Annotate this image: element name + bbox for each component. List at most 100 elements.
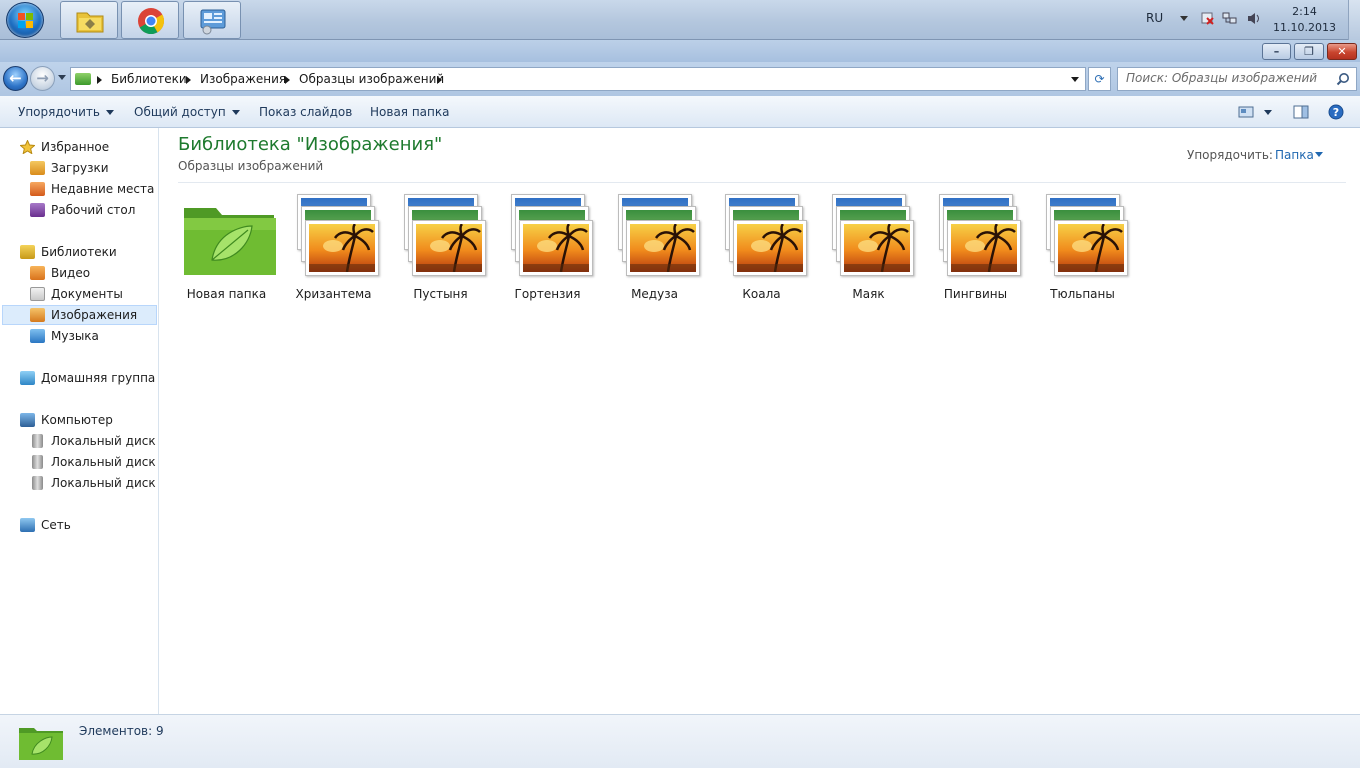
item-name: Медуза — [631, 287, 678, 301]
nav-item-music[interactable]: Музыка — [0, 326, 158, 346]
nav-item-documents[interactable]: Документы — [0, 284, 158, 304]
computer-icon — [20, 413, 35, 427]
nav-item-downloads[interactable]: Загрузки — [0, 158, 158, 178]
nav-item-recent-places[interactable]: Недавние места — [0, 179, 158, 199]
close-button[interactable]: ✕ — [1327, 43, 1357, 60]
nav-libraries[interactable]: Библиотеки — [0, 242, 158, 262]
address-row: ← → Библиотеки Изображения Образцы изобр… — [0, 62, 1360, 96]
taskbar-chrome-button[interactable] — [121, 1, 179, 39]
clock[interactable]: 2:14 11.10.2013 — [1273, 4, 1336, 36]
nav-network[interactable]: Сеть — [0, 515, 158, 535]
desktop-icon — [30, 203, 45, 217]
arrange-by-label: Упорядочить: — [1187, 148, 1273, 162]
back-button[interactable]: ← — [3, 66, 28, 91]
help-icon[interactable]: ? — [1328, 104, 1344, 120]
clock-time: 2:14 — [1292, 5, 1317, 18]
folder-item[interactable]: Новая папка — [174, 192, 279, 308]
maximize-button[interactable]: ❐ — [1294, 43, 1324, 60]
slideshow-button[interactable]: Показ слайдов — [259, 105, 352, 119]
breadcrumb-separator-icon[interactable] — [186, 76, 191, 84]
nav-item-disk-c[interactable]: Локальный диск (C — [0, 431, 158, 451]
folder-libraries-icon — [76, 12, 104, 33]
nav-item-video[interactable]: Видео — [0, 263, 158, 283]
nav-homegroup[interactable]: Домашняя группа — [0, 368, 158, 388]
recent-pages-dropdown[interactable] — [58, 75, 66, 80]
svg-text:?: ? — [1333, 106, 1339, 119]
image-item[interactable]: Коала — [709, 192, 814, 308]
nav-network-label: Сеть — [41, 518, 71, 532]
nav-favorites-label: Избранное — [41, 140, 110, 154]
navigation-pane: Избранное Загрузки Недавние места Рабочи… — [0, 128, 159, 714]
nav-item-label: Видео — [51, 266, 91, 280]
recent-places-icon — [30, 182, 45, 196]
search-box[interactable] — [1117, 67, 1357, 91]
image-item[interactable]: Пустыня — [388, 192, 493, 308]
window-title-bar[interactable] — [0, 40, 1360, 62]
view-options-dropdown[interactable] — [1264, 110, 1272, 115]
nav-item-disk-d[interactable]: Локальный диск (D — [0, 452, 158, 472]
nav-item-label: Недавние места — [51, 182, 155, 196]
refresh-button[interactable]: ⟳ — [1088, 67, 1111, 91]
item-name: Гортензия — [514, 287, 581, 301]
search-input[interactable] — [1126, 71, 1331, 85]
chevron-down-icon — [105, 110, 114, 115]
start-button[interactable] — [6, 2, 44, 38]
breadcrumb-libraries[interactable]: Библиотеки — [111, 72, 187, 86]
windows-flag-icon — [18, 13, 34, 29]
image-item[interactable]: Пингвины — [923, 192, 1028, 308]
image-item[interactable]: Маяк — [816, 192, 921, 308]
nav-computer[interactable]: Компьютер — [0, 410, 158, 430]
volume-icon[interactable] — [1246, 11, 1261, 26]
command-bar: Упорядочить Общий доступ Показ слайдов Н… — [0, 96, 1360, 128]
image-item[interactable]: Хризантема — [281, 192, 386, 308]
action-center-flag-icon[interactable] — [1200, 11, 1215, 26]
breadcrumb-sample-pictures[interactable]: Образцы изображений — [299, 72, 444, 86]
show-desktop-button[interactable] — [1348, 0, 1360, 40]
photo-stack-icon — [291, 194, 381, 282]
image-item[interactable]: Медуза — [602, 192, 707, 308]
nav-item-disk-e[interactable]: Локальный диск (E: — [0, 473, 158, 493]
change-view-icon[interactable] — [1238, 104, 1254, 120]
photo-stack-icon — [933, 194, 1023, 282]
new-folder-button[interactable]: Новая папка — [370, 105, 449, 119]
image-item[interactable]: Гортензия — [495, 192, 600, 308]
music-library-icon — [30, 329, 45, 343]
language-indicator[interactable]: RU — [1146, 11, 1163, 25]
share-button[interactable]: Общий доступ — [134, 105, 240, 119]
address-bar[interactable]: Библиотеки Изображения Образцы изображен… — [70, 67, 1086, 91]
organize-button[interactable]: Упорядочить — [18, 105, 114, 119]
preview-pane-icon[interactable] — [1293, 104, 1309, 120]
network-icon[interactable] — [1222, 11, 1237, 26]
tray-expand-icon[interactable] — [1180, 16, 1188, 21]
nav-item-pictures[interactable]: Изображения — [2, 305, 157, 325]
minimize-button[interactable]: – — [1262, 43, 1291, 60]
system-tray: RU 2:14 11.10.2013 — [1130, 0, 1360, 40]
breadcrumb-images[interactable]: Изображения — [200, 72, 286, 86]
content-pane: Библиотека "Изображения" Образцы изображ… — [160, 128, 1360, 714]
nav-item-label: Документы — [51, 287, 123, 301]
item-name: Пустыня — [413, 287, 468, 301]
search-icon[interactable] — [1336, 72, 1350, 86]
nav-favorites[interactable]: Избранное — [0, 137, 158, 157]
nav-item-desktop[interactable]: Рабочий стол — [0, 200, 158, 220]
address-history-dropdown[interactable] — [1071, 77, 1079, 82]
chevron-down-icon[interactable] — [1315, 152, 1323, 157]
nav-libraries-label: Библиотеки — [41, 245, 117, 259]
chevron-down-icon — [231, 110, 240, 115]
arrange-by-dropdown[interactable]: Папка — [1275, 148, 1314, 162]
video-library-icon — [30, 266, 45, 280]
library-title: Библиотека "Изображения" — [178, 134, 443, 155]
photo-stack-icon — [398, 194, 488, 282]
forward-button[interactable]: → — [30, 66, 55, 91]
breadcrumb-separator-icon[interactable] — [437, 76, 442, 84]
image-item[interactable]: Тюльпаны — [1030, 192, 1135, 308]
item-name: Пингвины — [943, 287, 1008, 301]
taskbar-control-panel-button[interactable] — [183, 1, 241, 39]
item-name: Хризантема — [295, 287, 372, 301]
breadcrumb-separator-icon[interactable] — [285, 76, 290, 84]
item-name: Тюльпаны — [1050, 287, 1115, 301]
breadcrumb-separator-icon[interactable] — [97, 76, 102, 84]
taskbar-explorer-button[interactable] — [60, 1, 118, 39]
star-icon — [20, 140, 35, 154]
photo-stack-icon — [719, 194, 809, 282]
